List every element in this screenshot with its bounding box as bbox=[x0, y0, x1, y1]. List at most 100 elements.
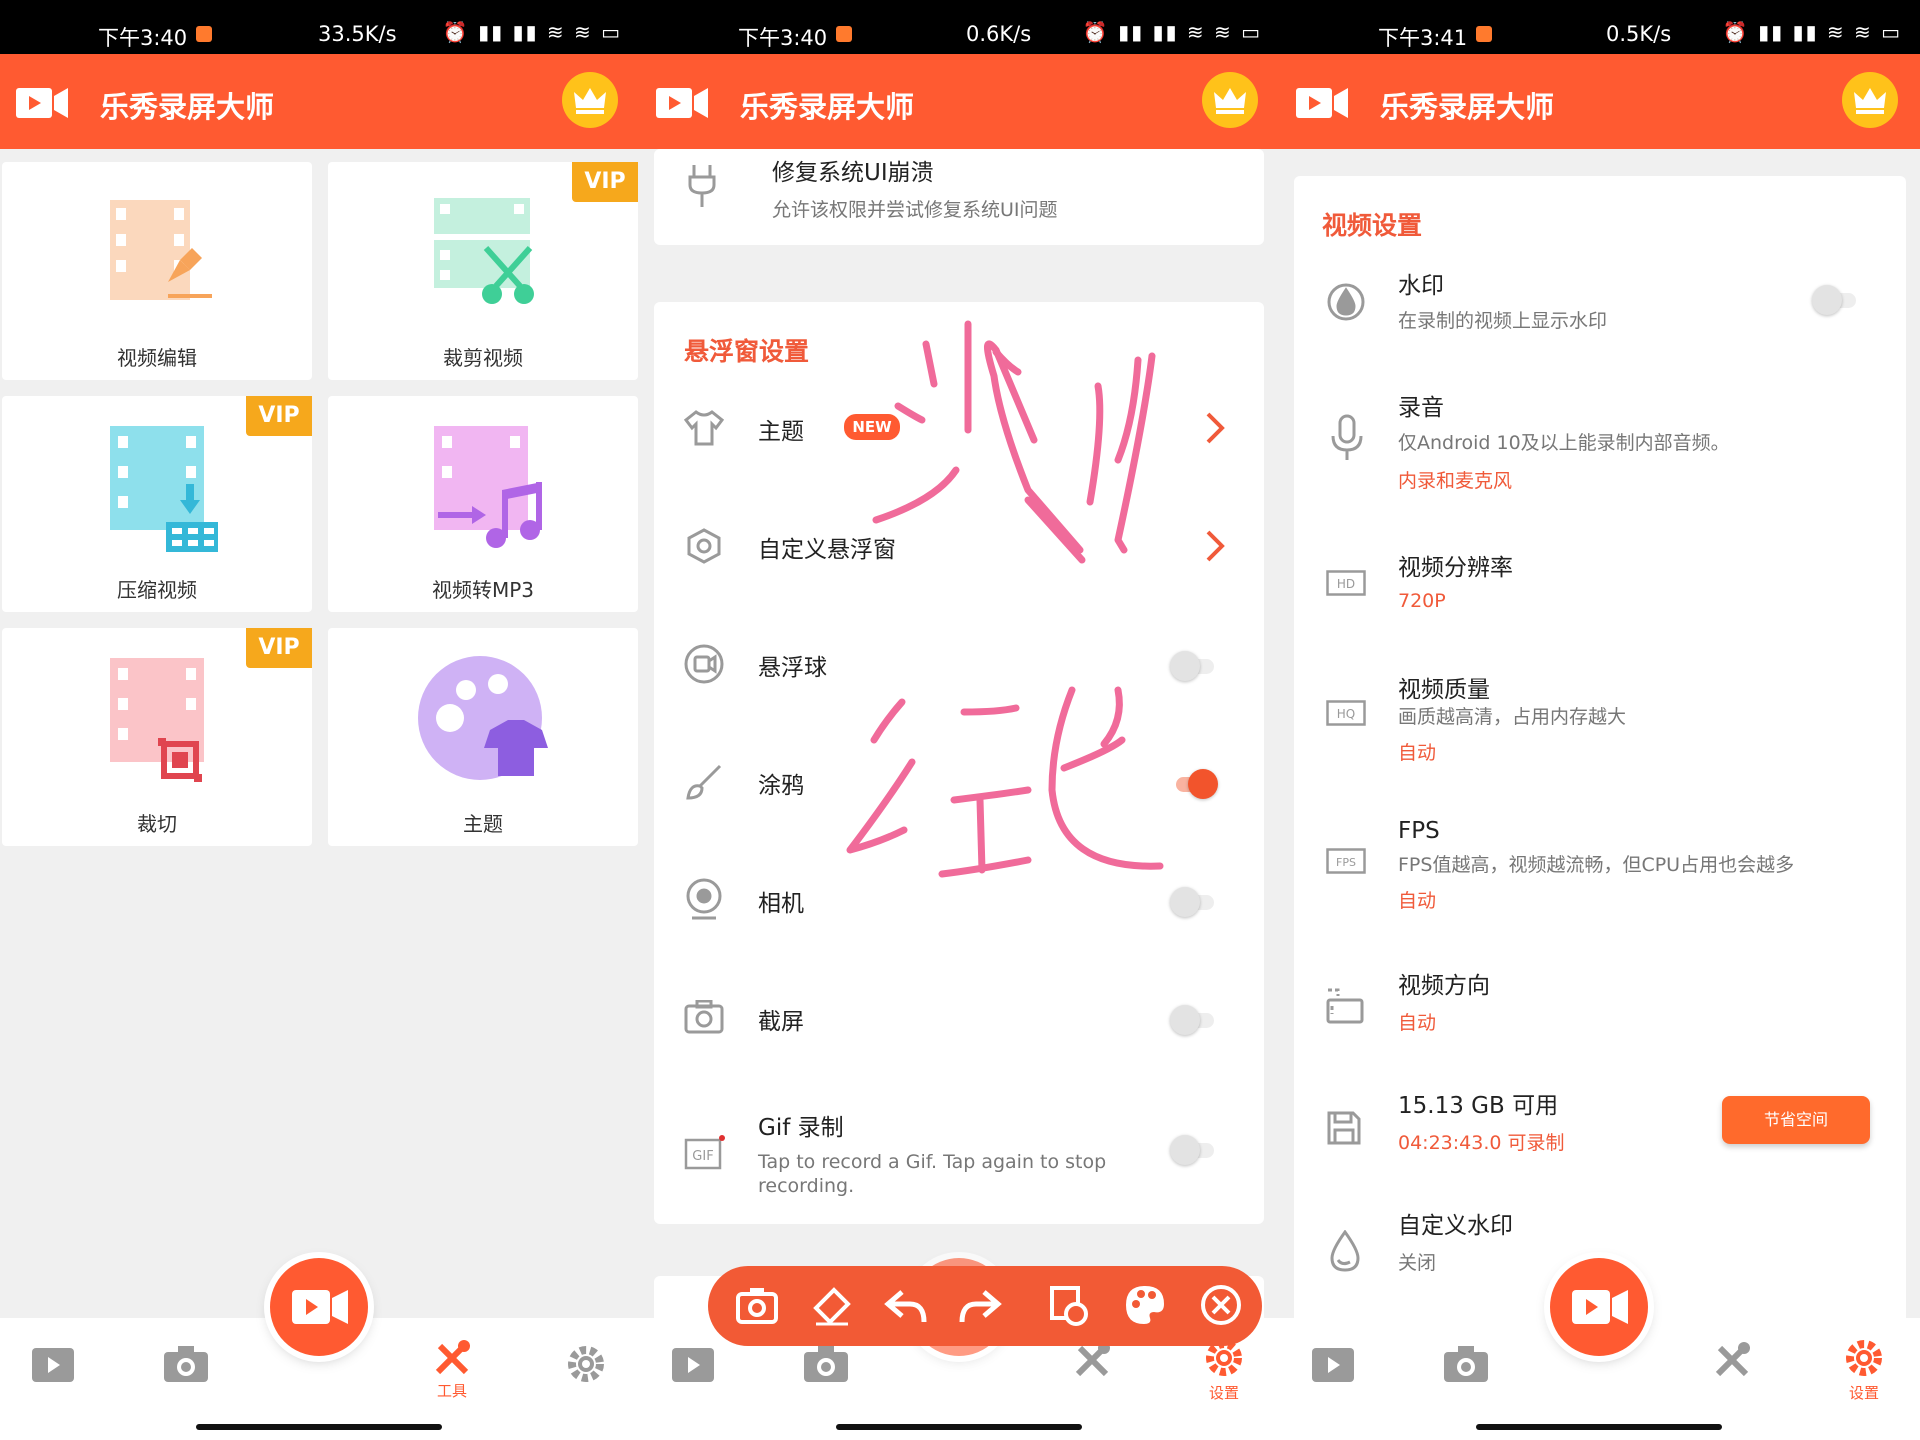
panel-float-settings: 下午3:40 0.6K/s ⏰ ▮▮ ▮▮ ≋ ≋ ▭ 乐秀录屏大师 修复系统U… bbox=[640, 0, 1280, 1440]
row-desc: 画质越高清，占用内存越大 bbox=[1398, 706, 1627, 728]
row-value: 自动 bbox=[1398, 890, 1437, 912]
home-indicator bbox=[836, 1424, 1082, 1430]
nav-videos-icon[interactable] bbox=[32, 1348, 74, 1382]
hq-icon-text: HQ bbox=[1337, 707, 1355, 721]
close-icon[interactable] bbox=[1200, 1284, 1242, 1326]
tile-label: 压缩视频 bbox=[117, 578, 197, 602]
status-time: 下午3:40 bbox=[98, 26, 188, 50]
tile-label: 裁切 bbox=[137, 812, 177, 836]
hq-icon: HQ bbox=[1326, 700, 1366, 726]
row-title: 自定义水印 bbox=[1398, 1213, 1513, 1239]
save-disk-icon bbox=[1327, 1111, 1361, 1145]
watermark-toggle[interactable] bbox=[1812, 285, 1856, 315]
row-audio[interactable]: 录音 仅Android 10及以上能录制内部音频。 内录和麦克风 bbox=[1294, 388, 1906, 492]
tile-label: 主题 bbox=[463, 812, 503, 836]
crown-icon bbox=[574, 88, 606, 114]
record-button[interactable] bbox=[1550, 1258, 1648, 1356]
shape-icon[interactable] bbox=[1050, 1286, 1090, 1326]
microphone-icon bbox=[1331, 414, 1363, 460]
row-title: 视频质量 bbox=[1398, 677, 1490, 703]
hd-icon-text: HD bbox=[1337, 577, 1355, 591]
row-watermark[interactable]: 水印 在录制的视频上显示水印 bbox=[1294, 266, 1906, 366]
tile-video-to-mp3[interactable]: 视频转MP3 bbox=[328, 396, 638, 612]
crown-icon bbox=[1854, 88, 1886, 114]
status-icons: ⏰ ▮▮ ▮▮ ≋ ≋ ▭ bbox=[442, 20, 622, 44]
nav-videos-icon[interactable] bbox=[1312, 1348, 1354, 1382]
network-speed: 0.5K/s bbox=[1606, 22, 1672, 46]
video-to-mp3-icon bbox=[434, 426, 542, 548]
nav-screenshots-icon[interactable] bbox=[164, 1346, 208, 1382]
tile-compress-video[interactable]: 压缩视频 VIP bbox=[2, 396, 312, 612]
row-title: FPS bbox=[1398, 818, 1440, 844]
nav-tools-icon[interactable] bbox=[1714, 1342, 1750, 1378]
app-bar: 乐秀录屏大师 bbox=[1280, 54, 1920, 149]
row-desc: 仅Android 10及以上能录制内部音频。 bbox=[1398, 432, 1730, 454]
vip-crown-button[interactable] bbox=[562, 72, 618, 128]
app-title: 乐秀录屏大师 bbox=[1380, 90, 1555, 124]
nav-settings-icon[interactable] bbox=[566, 1344, 606, 1384]
toolbar-camera-icon[interactable] bbox=[736, 1286, 778, 1324]
video-camera-icon bbox=[292, 1290, 348, 1324]
recording-indicator-icon bbox=[1476, 26, 1492, 42]
fps-icon: FPS bbox=[1326, 848, 1366, 874]
tile-video-edit[interactable]: 视频编辑 bbox=[2, 162, 312, 380]
eraser-icon[interactable] bbox=[812, 1286, 852, 1326]
redo-icon[interactable] bbox=[958, 1288, 1002, 1324]
row-desc: 在录制的视频上显示水印 bbox=[1398, 310, 1608, 332]
nav-tools-icon[interactable] bbox=[1074, 1342, 1110, 1378]
home-indicator bbox=[1476, 1424, 1722, 1430]
watermark-icon bbox=[1327, 283, 1365, 321]
status-icons: ⏰ ▮▮ ▮▮ ≋ ≋ ▭ bbox=[1722, 20, 1902, 44]
nav-videos-icon[interactable] bbox=[672, 1348, 714, 1382]
record-button[interactable] bbox=[270, 1258, 368, 1356]
tile-label: 裁剪视频 bbox=[443, 346, 523, 370]
panel-tools: 下午3:40 33.5K/s ⏰ ▮▮ ▮▮ ≋ ≋ ▭ 乐秀录屏大师 视频编辑… bbox=[0, 0, 640, 1440]
doodle-toolbar bbox=[708, 1266, 1262, 1346]
status-bar: 下午3:40 33.5K/s ⏰ ▮▮ ▮▮ ≋ ≋ ▭ bbox=[0, 0, 640, 54]
nav-tools-icon[interactable] bbox=[434, 1340, 470, 1376]
palette-icon[interactable] bbox=[1124, 1284, 1166, 1326]
status-time: 下午3:41 bbox=[1378, 26, 1468, 50]
status-bar: 下午3:41 0.5K/s ⏰ ▮▮ ▮▮ ≋ ≋ ▭ bbox=[1280, 0, 1920, 54]
nav-settings-label: 设置 bbox=[1208, 1384, 1239, 1402]
row-title: 视频方向 bbox=[1398, 973, 1490, 999]
row-title: 录音 bbox=[1398, 395, 1444, 421]
save-space-button[interactable]: 节省空间 bbox=[1722, 1096, 1870, 1144]
fps-icon-text: FPS bbox=[1336, 856, 1356, 869]
row-title: 15.13 GB 可用 bbox=[1398, 1093, 1559, 1119]
hd-icon: HD bbox=[1326, 570, 1366, 596]
row-value: 720P bbox=[1398, 590, 1446, 612]
row-value: 04:23:43.0 可录制 bbox=[1398, 1132, 1565, 1154]
tile-label: 视频转MP3 bbox=[431, 578, 535, 602]
section-title: 视频设置 bbox=[1322, 211, 1423, 240]
row-fps[interactable]: FPS FPS FPS值越高，视频越流畅，但CPU占用也会越多 自动 bbox=[1294, 818, 1906, 918]
row-orientation[interactable]: 视频方向 自动 bbox=[1294, 966, 1906, 1066]
nav-tools-label: 工具 bbox=[436, 1382, 467, 1400]
nav-screenshots-icon[interactable] bbox=[1444, 1346, 1488, 1382]
tile-theme[interactable]: 主题 bbox=[328, 628, 638, 846]
vip-crown-button[interactable] bbox=[1842, 72, 1898, 128]
row-quality[interactable]: HQ 视频质量 画质越高清，占用内存越大 自动 bbox=[1294, 670, 1906, 770]
row-value: 内录和麦克风 bbox=[1398, 470, 1513, 492]
recording-indicator-icon bbox=[196, 26, 212, 42]
app-title: 乐秀录屏大师 bbox=[100, 90, 275, 124]
row-resolution[interactable]: HD 视频分辨率 720P bbox=[1294, 548, 1906, 638]
row-desc: FPS值越高，视频越流畅，但CPU占用也会越多 bbox=[1398, 854, 1795, 876]
tile-trim-video[interactable]: 裁剪视频 VIP bbox=[328, 162, 638, 380]
panel-video-settings: 下午3:41 0.5K/s ⏰ ▮▮ ▮▮ ≋ ≋ ▭ 乐秀录屏大师 视频设置 … bbox=[1280, 0, 1920, 1440]
row-value: 关闭 bbox=[1398, 1252, 1437, 1274]
theme-palette-icon bbox=[418, 656, 548, 780]
drop-icon bbox=[1330, 1230, 1360, 1272]
nav-settings-icon[interactable] bbox=[1844, 1338, 1884, 1378]
app-bar: 乐秀录屏大师 bbox=[0, 54, 640, 149]
row-value: 自动 bbox=[1398, 1012, 1437, 1034]
undo-icon[interactable] bbox=[884, 1288, 928, 1324]
vip-badge: VIP bbox=[246, 628, 312, 668]
home-indicator bbox=[196, 1424, 442, 1430]
nav-screenshots-icon[interactable] bbox=[804, 1346, 848, 1382]
doodle-overlay bbox=[846, 320, 1164, 878]
tile-crop[interactable]: 裁切 VIP bbox=[2, 628, 312, 846]
tile-label: 视频编辑 bbox=[117, 346, 197, 370]
orientation-icon bbox=[1326, 988, 1364, 1024]
crop-icon bbox=[110, 658, 204, 782]
